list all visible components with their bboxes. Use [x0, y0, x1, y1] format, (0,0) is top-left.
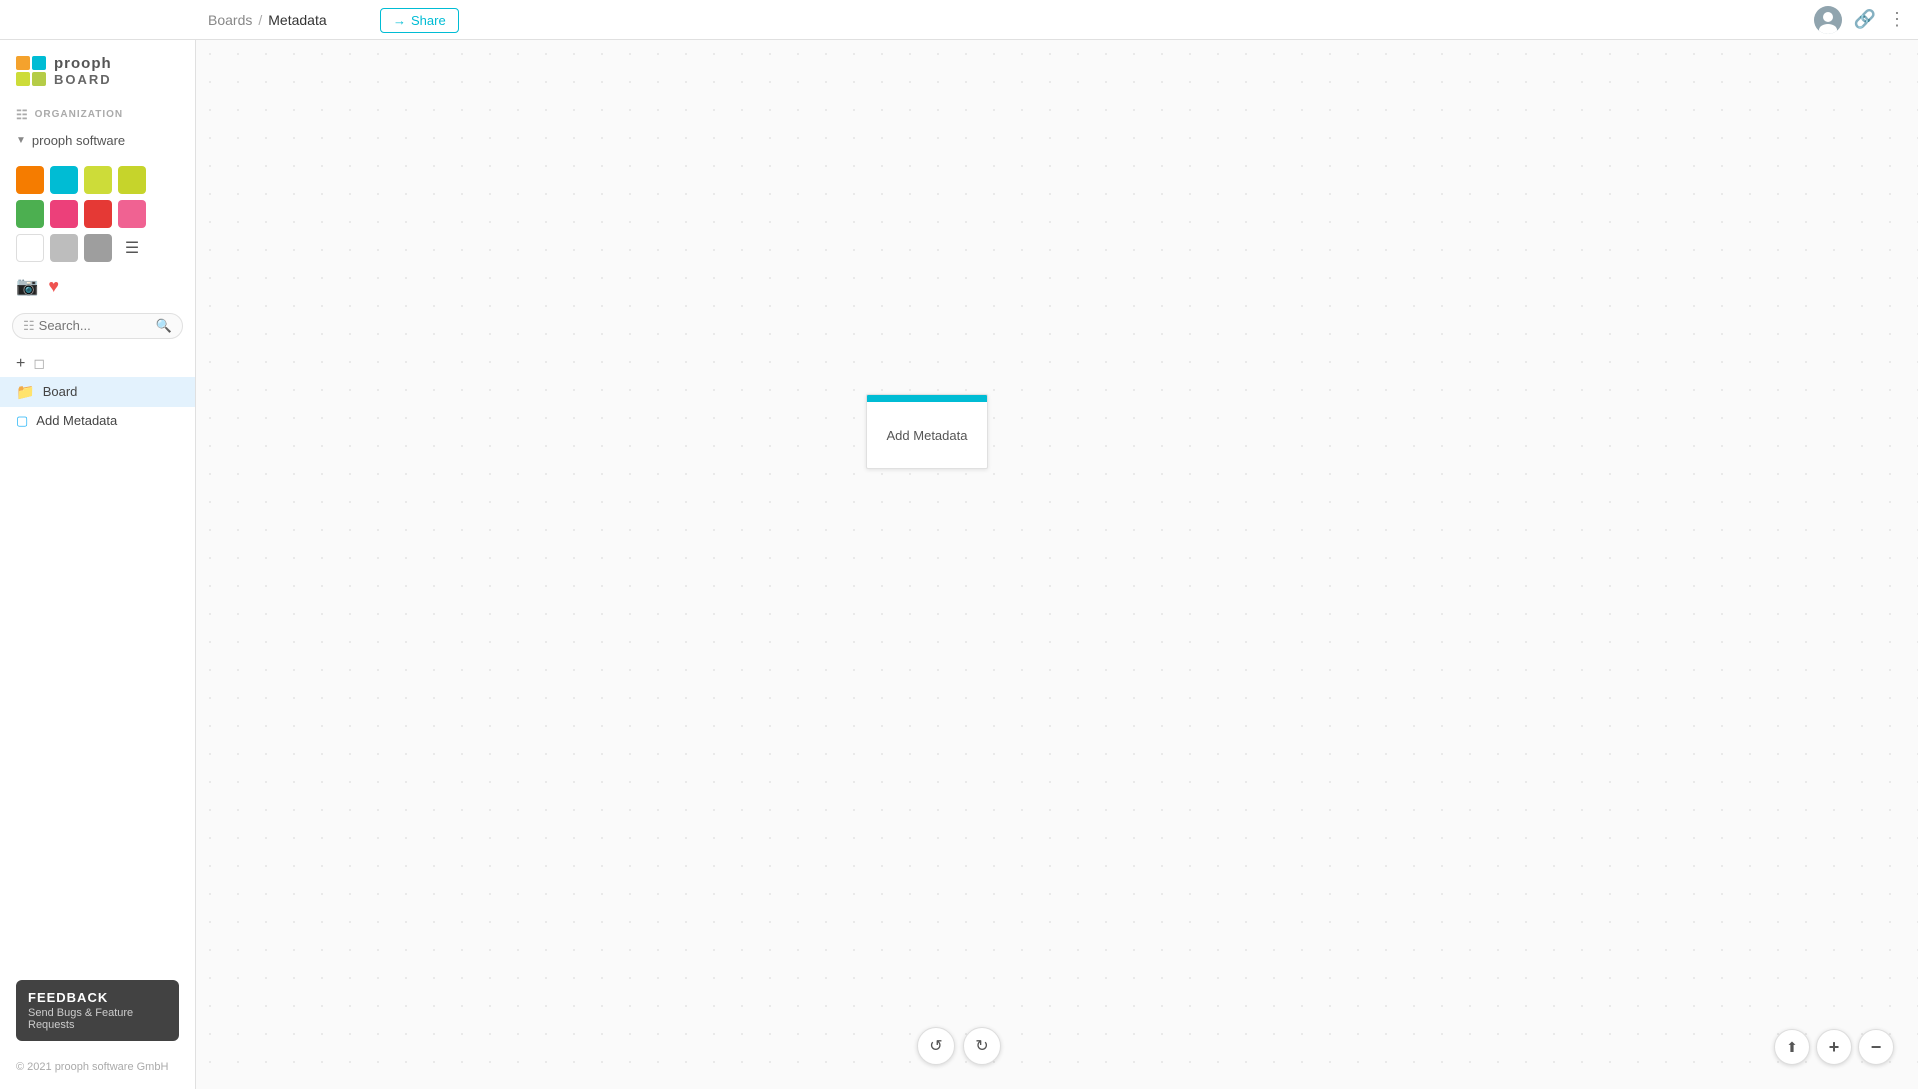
share-icon: →	[393, 13, 406, 28]
feedback-title: FEEDBACK	[28, 990, 167, 1005]
logo-squares	[16, 56, 46, 86]
org-label-text: ORGANIZATION	[35, 109, 123, 120]
swatch-orange[interactable]	[16, 166, 44, 194]
search-box: ☷ 🔍	[12, 313, 183, 339]
swatch-light-pink[interactable]	[118, 200, 146, 228]
swatch-yellow-green[interactable]	[118, 166, 146, 194]
swatches-area: ☰	[0, 154, 195, 272]
logo-sq-cyan	[32, 56, 46, 70]
filter-icon[interactable]: ☷	[23, 318, 35, 334]
sidebar: prooph BOARD ☷ ORGANIZATION ▼ prooph sof…	[0, 40, 196, 1089]
card-body: Add Metadata	[867, 402, 987, 468]
canvas-area[interactable]: Add Metadata	[196, 40, 1918, 1089]
zoom-in-icon: +	[1829, 1037, 1840, 1058]
copy-board-button[interactable]: ◻	[33, 355, 45, 372]
swatch-cyan[interactable]	[50, 166, 78, 194]
redo-icon: ↻	[975, 1036, 988, 1056]
media-row: 📷 ♥	[0, 272, 195, 305]
swatch-white[interactable]	[16, 234, 44, 262]
sidebar-item-board[interactable]: 📁 Board	[0, 377, 195, 407]
image-icon[interactable]: 📷	[16, 276, 38, 297]
search-input[interactable]	[39, 318, 152, 333]
logo-prooph: prooph	[54, 56, 112, 73]
main-layout: prooph BOARD ☷ ORGANIZATION ▼ prooph sof…	[0, 40, 1918, 1089]
undo-button[interactable]: ↺	[917, 1027, 955, 1065]
more-options-icon[interactable]: ⋮	[1888, 9, 1906, 30]
board-actions: + ◻	[0, 351, 195, 377]
sidebar-item-add-metadata[interactable]: ▢ Add Metadata	[0, 407, 195, 435]
breadcrumb-separator: /	[258, 12, 262, 28]
swatches-row-2	[16, 200, 179, 228]
link-icon[interactable]: 🔗	[1854, 9, 1876, 30]
menu-icon[interactable]: ☰	[118, 234, 146, 262]
swatch-green[interactable]	[16, 200, 44, 228]
feedback-button[interactable]: FEEDBACK Send Bugs & Feature Requests	[16, 980, 179, 1041]
bottom-toolbar: ↺ ↻	[917, 1027, 1001, 1065]
logo-sq-yellow-green	[32, 72, 46, 86]
org-section: ☷ ORGANIZATION	[0, 99, 195, 127]
avatar[interactable]	[1814, 6, 1842, 34]
undo-icon: ↺	[929, 1036, 942, 1056]
swatches-row-3: ☰	[16, 234, 179, 262]
logo-sq-lime	[16, 72, 30, 86]
nav-board-label: Board	[43, 384, 78, 399]
share-label: Share	[411, 13, 446, 28]
redo-button[interactable]: ↻	[963, 1027, 1001, 1065]
top-header: Boards / Metadata → Share 🔗 ⋮	[0, 0, 1918, 40]
swatch-light-gray[interactable]	[50, 234, 78, 262]
feedback-sub: Send Bugs & Feature Requests	[28, 1007, 167, 1031]
board-nav: + ◻ 📁 Board ▢ Add Metadata	[0, 347, 195, 439]
swatch-pink[interactable]	[50, 200, 78, 228]
swatch-lime[interactable]	[84, 166, 112, 194]
canvas-card[interactable]: Add Metadata	[866, 394, 988, 469]
cursor-tool-button[interactable]: ⬆	[1774, 1029, 1810, 1065]
card-top-bar	[867, 395, 987, 402]
logo-sq-orange	[16, 56, 30, 70]
zoom-toolbar: ⬆ + −	[1774, 1029, 1894, 1065]
logo-text: prooph BOARD	[54, 56, 112, 87]
org-item[interactable]: ▼ prooph software	[0, 127, 195, 154]
add-board-button[interactable]: +	[16, 355, 25, 373]
sidebar-spacer	[0, 439, 195, 968]
logo-area: prooph BOARD	[0, 40, 195, 99]
search-icon[interactable]: 🔍	[156, 318, 172, 334]
breadcrumb: Boards / Metadata	[208, 12, 327, 28]
logo-board: BOARD	[54, 73, 112, 87]
cursor-icon: ⬆	[1786, 1039, 1798, 1056]
swatches-row-1	[16, 166, 179, 194]
chevron-down-icon: ▼	[16, 135, 26, 146]
copyright: © 2021 prooph software GmbH	[0, 1053, 195, 1073]
org-label: ☷ ORGANIZATION	[16, 107, 179, 123]
zoom-out-icon: −	[1871, 1037, 1882, 1058]
swatch-red[interactable]	[84, 200, 112, 228]
share-button[interactable]: → Share	[380, 8, 459, 33]
breadcrumb-current: Metadata	[268, 12, 326, 28]
search-area: ☷ 🔍	[0, 305, 195, 347]
org-icon: ☷	[16, 107, 29, 123]
board-icon: ▢	[16, 413, 28, 429]
card-label: Add Metadata	[887, 428, 968, 443]
breadcrumb-boards[interactable]: Boards	[208, 12, 252, 28]
zoom-in-button[interactable]: +	[1816, 1029, 1852, 1065]
nav-add-metadata-label: Add Metadata	[36, 413, 117, 428]
org-name: prooph software	[32, 133, 125, 148]
zoom-out-button[interactable]: −	[1858, 1029, 1894, 1065]
folder-icon: 📁	[16, 383, 35, 401]
header-right: 🔗 ⋮	[1814, 6, 1906, 34]
feedback-area: FEEDBACK Send Bugs & Feature Requests	[0, 968, 195, 1053]
swatch-gray[interactable]	[84, 234, 112, 262]
heart-icon[interactable]: ♥	[48, 276, 59, 297]
